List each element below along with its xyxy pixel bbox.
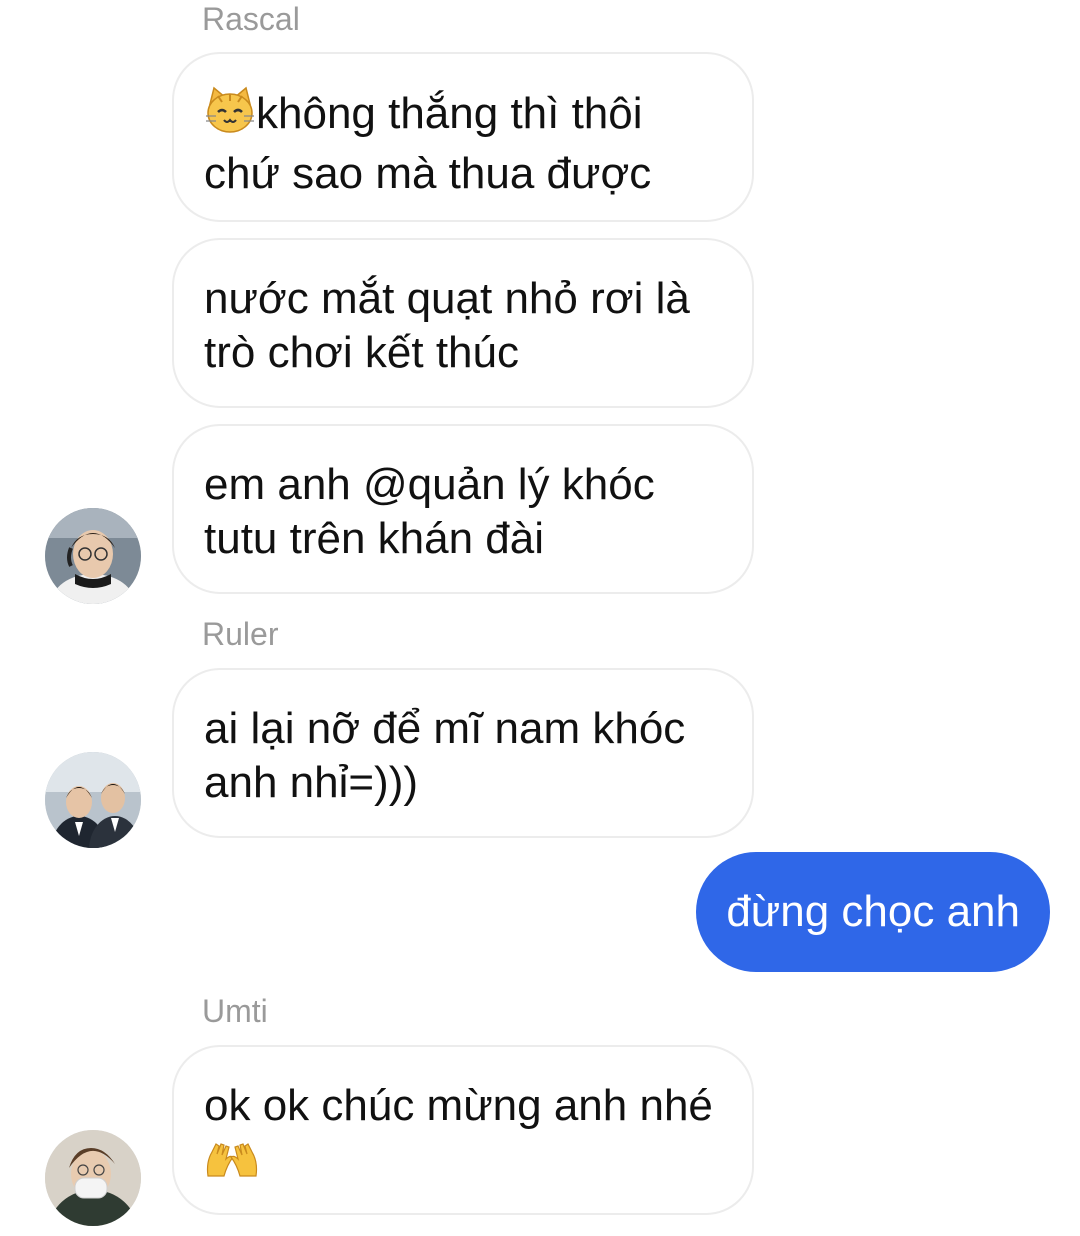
message-line: em anh @quản lý khóc xyxy=(204,460,655,509)
message-bubble[interactable]: ok ok chúc mừng anh nhé xyxy=(172,1045,754,1215)
message-line: chứ sao mà thua được xyxy=(204,149,652,198)
avatar-rascal[interactable] xyxy=(45,508,141,604)
message-bubble[interactable]: em anh @quản lý khóc tutu trên khán đài xyxy=(172,424,754,594)
message-line: anh nhỉ=))) xyxy=(204,758,419,807)
sender-name-ruler: Ruler xyxy=(202,616,279,652)
outgoing-message-bubble[interactable]: đừng chọc anh xyxy=(696,852,1050,972)
message-line xyxy=(204,1133,722,1193)
message-line: trò chơi kết thúc xyxy=(204,328,519,377)
message-line: nước mắt quạt nhỏ rơi là xyxy=(204,274,690,323)
message-line: không thắng thì thôi xyxy=(204,86,722,147)
avatar-umti[interactable] xyxy=(45,1130,141,1226)
message-bubble[interactable]: nước mắt quạt nhỏ rơi là trò chơi kết th… xyxy=(172,238,754,408)
sender-name-umti: Umti xyxy=(202,993,268,1029)
message-text: không thắng thì thôi xyxy=(256,89,643,138)
message-line: tutu trên khán đài xyxy=(204,514,545,563)
avatar-ruler[interactable] xyxy=(45,752,141,848)
message-bubble[interactable]: ai lại nỡ để mĩ nam khóc anh nhỉ=))) xyxy=(172,668,754,838)
message-line: ok ok chúc mừng anh nhé xyxy=(204,1081,713,1130)
message-line: ai lại nỡ để mĩ nam khóc xyxy=(204,704,686,753)
message-bubble[interactable]: không thắng thì thôi chứ sao mà thua đượ… xyxy=(172,52,754,222)
raised-hands-icon xyxy=(204,1139,260,1193)
sender-name-rascal: Rascal xyxy=(202,1,300,37)
cat-face-icon xyxy=(204,86,256,147)
